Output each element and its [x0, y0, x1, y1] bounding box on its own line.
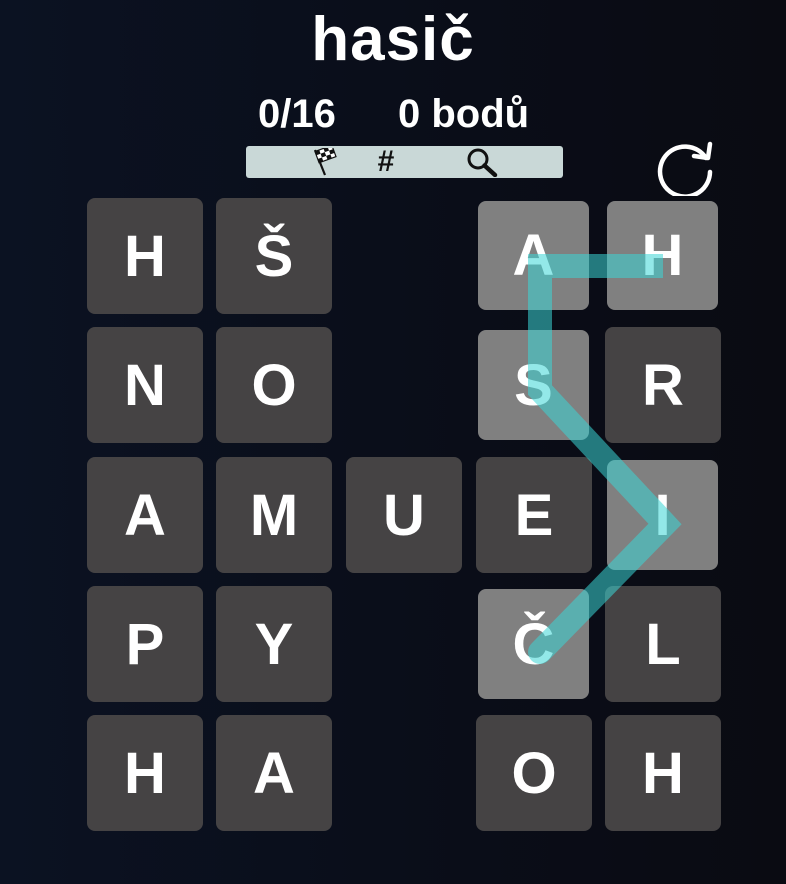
- letter-tile[interactable]: S: [478, 330, 589, 440]
- letter-tile[interactable]: O: [216, 327, 332, 443]
- letter-tile[interactable]: Y: [216, 586, 332, 702]
- letter-tile[interactable]: H: [87, 198, 203, 314]
- letter-tile[interactable]: A: [87, 457, 203, 573]
- letter-tile[interactable]: E: [476, 457, 592, 573]
- game-title: hasič: [311, 5, 475, 74]
- letter-tile[interactable]: R: [605, 327, 721, 443]
- letter-tile[interactable]: A: [216, 715, 332, 831]
- letter-tile[interactable]: M: [216, 457, 332, 573]
- checkered-flag-icon[interactable]: [304, 146, 344, 178]
- letter-tile[interactable]: H: [605, 715, 721, 831]
- letter-tile[interactable]: Š: [216, 198, 332, 314]
- letter-tile[interactable]: O: [476, 715, 592, 831]
- letter-tile[interactable]: H: [607, 201, 718, 310]
- letter-tile[interactable]: H: [87, 715, 203, 831]
- letter-tile[interactable]: U: [346, 457, 462, 573]
- toolbar: #: [246, 145, 563, 178]
- points-counter: 0 bodů: [398, 92, 530, 136]
- letter-tile[interactable]: Č: [478, 589, 589, 699]
- stats-bar: 0/16 0 bodů: [0, 92, 786, 140]
- letter-tile[interactable]: P: [87, 586, 203, 702]
- found-words-count: 0/16: [258, 92, 336, 136]
- letter-tile[interactable]: L: [605, 586, 721, 702]
- hash-icon[interactable]: #: [366, 145, 406, 178]
- letter-tile[interactable]: N: [87, 327, 203, 443]
- letter-tile[interactable]: I: [607, 460, 718, 570]
- magnifier-icon[interactable]: [462, 146, 502, 178]
- refresh-icon[interactable]: [654, 136, 718, 199]
- letter-tile[interactable]: A: [478, 201, 589, 310]
